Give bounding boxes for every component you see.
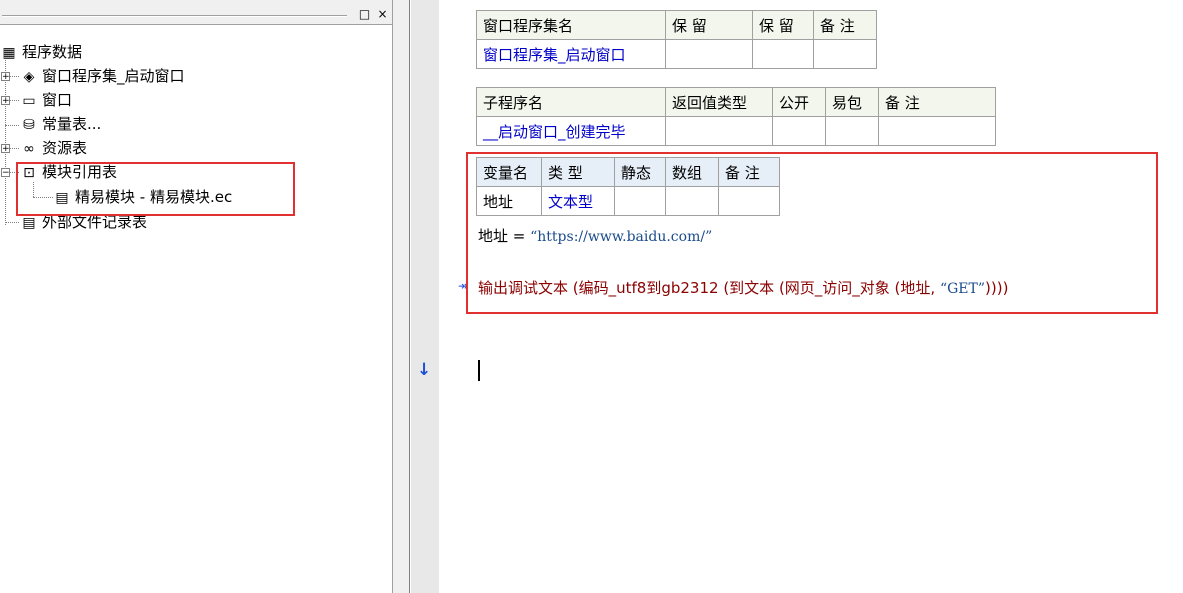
file-record-icon: ▤ xyxy=(22,215,36,231)
code-operator: = xyxy=(508,227,531,245)
var-header-type: 类 型 xyxy=(541,157,615,187)
window-icon: ▭ xyxy=(22,93,36,109)
expand-toggle[interactable]: + xyxy=(1,96,10,106)
code-line-assignment[interactable]: 地址 = “https://www.baidu.com/” xyxy=(478,225,712,246)
tree-item-label: 常量表... xyxy=(42,115,102,133)
panel-titlebar: □ × xyxy=(0,0,392,25)
assembly-header-note: 备 注 xyxy=(813,10,877,40)
code-variable: 地址 xyxy=(478,227,509,245)
tree-connector xyxy=(5,60,6,225)
program-data-icon: ▦ xyxy=(2,45,16,61)
tree-item-label: 窗口程序集_启动窗口 xyxy=(42,67,185,85)
restore-button[interactable]: □ xyxy=(358,8,371,20)
tree-item-label: 资源表 xyxy=(42,139,88,157)
module-ref-icon: ⊡ xyxy=(23,165,35,181)
sub-easy-pack-cell[interactable] xyxy=(825,116,879,146)
tree-item-module-refs[interactable]: ⊡ 模块引用表 xyxy=(20,161,117,183)
project-tree-panel: □ × + + + − ▦ 程序数据 ◈ 窗口程序集_启动窗口 ▭ 窗口 ⛁ 常量表..… xyxy=(0,0,392,593)
assembly-header-reserved: 保 留 xyxy=(665,10,753,40)
titlebar-grip[interactable] xyxy=(2,15,347,17)
sub-header-name: 子程序名 xyxy=(476,87,666,117)
resource-table-icon: ∞ xyxy=(23,141,35,157)
var-static-cell[interactable] xyxy=(614,186,666,216)
variable-table: 变量名 类 型 静态 数组 备 注 地址 文本型 xyxy=(476,157,780,216)
close-button[interactable]: × xyxy=(376,8,389,20)
var-array-cell[interactable] xyxy=(665,186,719,216)
tree-connector xyxy=(33,182,34,197)
code-line-debug-output[interactable]: 输出调试文本 (编码_utf8到gb2312 (到文本 (网页_访问_对象 (地… xyxy=(478,277,1008,298)
sub-header-return-type: 返回值类型 xyxy=(665,87,773,117)
tree-item-assembly[interactable]: ◈ 窗口程序集_启动窗口 xyxy=(20,65,185,87)
tree-item-window[interactable]: ▭ 窗口 xyxy=(20,89,72,111)
assembly-reserved-cell[interactable] xyxy=(665,39,753,69)
var-type-cell[interactable]: 文本型 xyxy=(541,186,615,216)
sub-note-cell[interactable] xyxy=(878,116,996,146)
code-string-literal: “GET” xyxy=(939,281,986,297)
tree-item-resources[interactable]: ∞ 资源表 xyxy=(20,137,87,159)
tree-item-label: 精易模块 - 精易模块.ec xyxy=(75,188,233,206)
tree-item-program-data[interactable]: ▦ 程序数据 xyxy=(0,41,82,63)
tree-item-label: 外部文件记录表 xyxy=(42,213,148,231)
sub-public-cell[interactable] xyxy=(772,116,826,146)
sub-name-cell[interactable]: __启动窗口_创建完毕 xyxy=(476,116,666,146)
var-note-cell[interactable] xyxy=(718,186,780,216)
assembly-header-name: 窗口程序集名 xyxy=(476,10,666,40)
assembly-icon: ◈ xyxy=(23,69,35,85)
var-header-name: 变量名 xyxy=(476,157,542,187)
code-call-close: )))) xyxy=(985,279,1009,297)
assembly-name-cell[interactable]: 窗口程序集_启动窗口 xyxy=(476,39,666,69)
editor-gutter xyxy=(411,0,439,593)
tree-item-external-files[interactable]: ▤ 外部文件记录表 xyxy=(20,211,147,233)
subroutine-table: 子程序名 返回值类型 公开 易包 备 注 __启动窗口_创建完毕 xyxy=(476,87,996,146)
tree-item-label: 窗口 xyxy=(42,91,73,109)
arrow-down-icon: ↓ xyxy=(417,360,432,380)
constant-table-icon: ⛁ xyxy=(23,117,35,133)
var-name-cell[interactable]: 地址 xyxy=(476,186,542,216)
tree-item-module-file[interactable]: ▤ 精易模块 - 精易模块.ec xyxy=(53,186,232,208)
expand-toggle[interactable]: + xyxy=(1,144,10,154)
sub-return-cell[interactable] xyxy=(665,116,773,146)
assembly-reserved-cell[interactable] xyxy=(752,39,814,69)
expand-toggle[interactable]: + xyxy=(1,72,10,82)
sub-header-public: 公开 xyxy=(772,87,826,117)
tree-item-constants[interactable]: ⛁ 常量表... xyxy=(20,113,101,135)
sub-header-easy-pack: 易包 xyxy=(825,87,879,117)
assembly-table: 窗口程序集名 保 留 保 留 备 注 窗口程序集_启动窗口 xyxy=(476,10,877,69)
code-call: 输出调试文本 (编码_utf8到gb2312 (到文本 (网页_访问_对象 (地… xyxy=(478,279,940,297)
assembly-note-cell[interactable] xyxy=(813,39,877,69)
var-header-note: 备 注 xyxy=(718,157,780,187)
var-header-static: 静态 xyxy=(614,157,666,187)
tree-item-label: 模块引用表 xyxy=(42,163,118,181)
var-header-array: 数组 xyxy=(665,157,719,187)
tree-connector xyxy=(5,125,19,126)
sub-header-note: 备 注 xyxy=(878,87,996,117)
tree-item-label: 程序数据 xyxy=(22,43,83,61)
panel-splitter[interactable] xyxy=(392,0,410,593)
exec-marker-icon: ↠ xyxy=(458,279,469,293)
module-file-icon: ▤ xyxy=(55,190,69,206)
code-string-literal: “https://www.baidu.com/” xyxy=(530,229,713,245)
tree-connector xyxy=(5,222,19,223)
text-caret xyxy=(478,360,480,381)
collapse-toggle[interactable]: − xyxy=(1,168,10,178)
tree-connector xyxy=(33,197,53,198)
assembly-header-reserved: 保 留 xyxy=(752,10,814,40)
